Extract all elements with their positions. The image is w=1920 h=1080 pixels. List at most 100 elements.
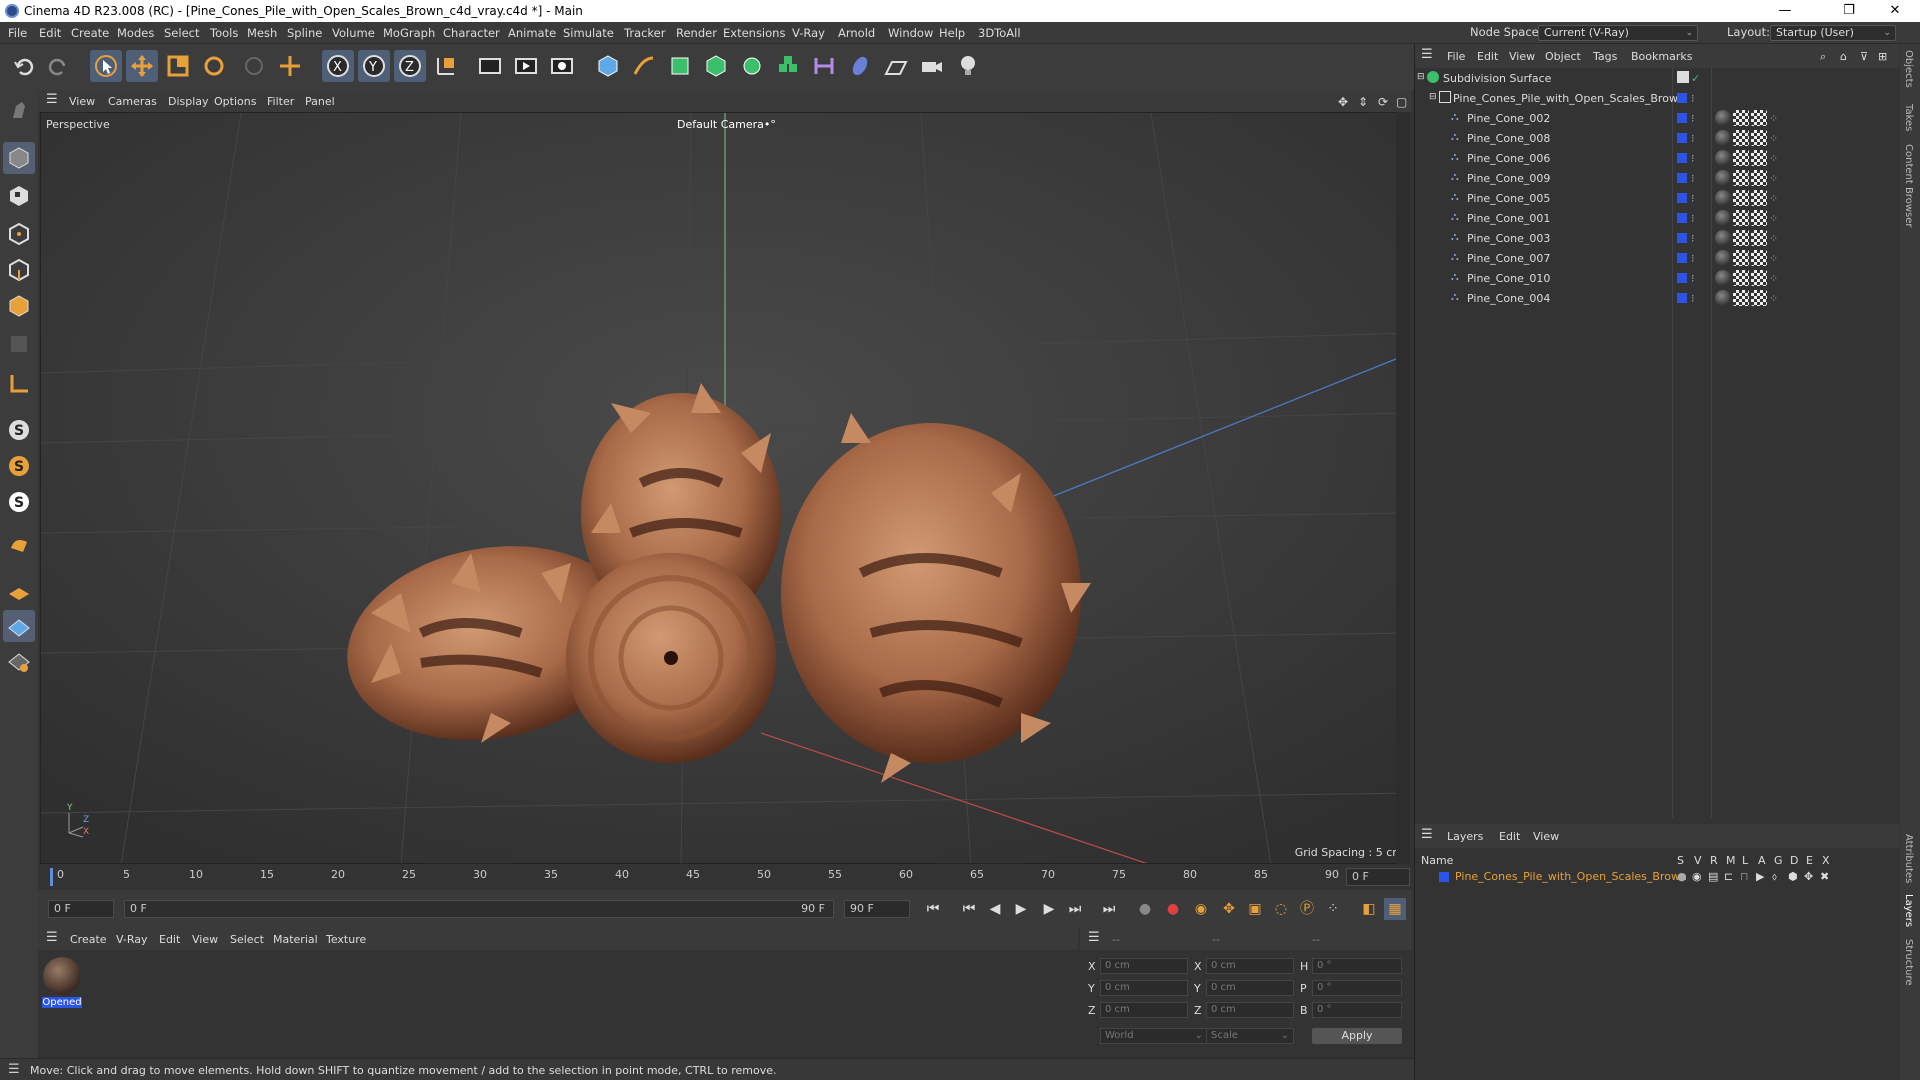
object-row[interactable]: ⛬ Pine_Cone_004 ⁝ ⁘ — [1415, 288, 1895, 308]
viewport-scrollbar[interactable] — [1396, 112, 1410, 864]
workplane-icon[interactable] — [3, 574, 35, 606]
uvw-tag-icon[interactable] — [1751, 250, 1767, 266]
field-icon[interactable] — [844, 50, 876, 82]
coord-system-icon[interactable] — [430, 50, 462, 82]
render-settings-icon[interactable] — [546, 50, 578, 82]
apply-button[interactable]: Apply — [1312, 1028, 1402, 1044]
uv-mode-icon[interactable] — [3, 328, 35, 360]
texture-tag-icon[interactable] — [1733, 110, 1749, 126]
cloner-icon[interactable] — [736, 50, 768, 82]
key-pla-icon[interactable]: ⁘ — [1322, 898, 1344, 920]
objects-menu-object[interactable]: Object — [1545, 50, 1581, 63]
menu-tools[interactable]: Tools — [210, 26, 238, 40]
material-tag-icon[interactable] — [1715, 110, 1731, 126]
tab-content-browser[interactable]: Content Browser — [1903, 144, 1914, 227]
object-row[interactable]: ⛬ Pine_Cone_007 ⁝ ⁘ — [1415, 248, 1895, 268]
lock-workplane-icon[interactable] — [3, 646, 35, 678]
tab-takes[interactable]: Takes — [1903, 104, 1914, 131]
key-scale-icon[interactable]: ▣ — [1244, 898, 1266, 920]
hamburger-icon[interactable]: ☰ — [46, 92, 58, 107]
phong-tag-icon[interactable]: ⁘ — [1769, 292, 1778, 305]
object-mode-icon[interactable] — [3, 142, 35, 174]
camera-label[interactable]: Default Camera•° — [677, 118, 776, 131]
extrude-icon[interactable] — [700, 50, 732, 82]
hamburger-icon[interactable]: ☰ — [1421, 47, 1433, 62]
redo-icon[interactable] — [42, 50, 74, 82]
uvw-tag-icon[interactable] — [1751, 230, 1767, 246]
uvw-tag-icon[interactable] — [1751, 110, 1767, 126]
material-tag-icon[interactable] — [1715, 170, 1731, 186]
viewport-menu-cameras[interactable]: Cameras — [108, 95, 157, 108]
tab-objects[interactable]: Objects — [1903, 50, 1914, 88]
objects-menu-view[interactable]: View — [1509, 50, 1535, 63]
move-icon[interactable] — [126, 50, 158, 82]
hamburger-icon[interactable]: ☰ — [1421, 827, 1433, 842]
undo-icon[interactable] — [8, 50, 40, 82]
prev-key-icon[interactable]: ⏮ — [958, 898, 980, 920]
eye-icon[interactable]: ◉ — [1692, 870, 1702, 883]
pos-y-field[interactable]: 0 cm — [1100, 980, 1188, 996]
scale-icon[interactable] — [162, 50, 194, 82]
object-row[interactable]: ⛬ Pine_Cone_005 ⁝ ⁘ — [1415, 188, 1895, 208]
menu-select[interactable]: Select — [164, 26, 199, 40]
phong-tag-icon[interactable]: ⁘ — [1769, 232, 1778, 245]
dots-icon[interactable]: ⁝ — [1691, 212, 1695, 225]
playhead[interactable] — [50, 868, 53, 886]
dots-icon[interactable]: ⁝ — [1691, 112, 1695, 125]
object-row-subdivision[interactable]: ⊟ Subdivision Surface ✓ — [1415, 68, 1895, 88]
search-icon[interactable]: ⌕ — [1820, 50, 1826, 64]
transform-icon[interactable] — [274, 50, 306, 82]
layer-color-swatch[interactable] — [1677, 293, 1687, 303]
material-menu-edit[interactable]: Edit — [159, 933, 180, 946]
snap-workplane-icon[interactable]: S — [3, 486, 35, 518]
menu-render[interactable]: Render — [676, 26, 717, 40]
menu-help[interactable]: Help — [939, 26, 965, 40]
layer-color-swatch[interactable] — [1677, 253, 1687, 263]
xref-icon[interactable]: ✖ — [1820, 870, 1829, 883]
tab-structure[interactable]: Structure — [1903, 939, 1914, 986]
layer-color-swatch[interactable] — [1677, 273, 1687, 283]
menu-spline[interactable]: Spline — [287, 26, 322, 40]
next-frame-icon[interactable]: ▶ — [1038, 898, 1060, 920]
dots-icon[interactable]: ⁝ — [1691, 232, 1695, 245]
floor-icon[interactable] — [880, 50, 912, 82]
phong-tag-icon[interactable]: ⁘ — [1769, 152, 1778, 165]
menu-edit[interactable]: Edit — [39, 26, 61, 40]
phong-tag-icon[interactable]: ⁘ — [1769, 212, 1778, 225]
object-row[interactable]: ⛬ Pine_Cone_006 ⁝ ⁘ — [1415, 148, 1895, 168]
layers-menu-layers[interactable]: Layers — [1447, 830, 1483, 843]
menu-mesh[interactable]: Mesh — [247, 26, 277, 40]
dots-icon[interactable]: ⁝ — [1691, 152, 1695, 165]
layer-color-swatch[interactable] — [1677, 93, 1687, 103]
light-icon[interactable] — [952, 50, 984, 82]
menu-character[interactable]: Character — [443, 26, 500, 40]
texture-tag-icon[interactable] — [1733, 170, 1749, 186]
menu-volume[interactable]: Volume — [332, 26, 375, 40]
texture-tag-icon[interactable] — [1733, 230, 1749, 246]
menu-3dtoall[interactable]: 3DToAll — [978, 26, 1021, 40]
material-menu-vray[interactable]: V-Ray — [116, 933, 148, 946]
deformer-icon[interactable] — [808, 50, 840, 82]
timeline-ruler[interactable]: 0 5 10 15 20 25 30 35 40 45 50 55 60 65 … — [38, 864, 1412, 890]
phong-tag-icon[interactable]: ⁘ — [1769, 192, 1778, 205]
object-row[interactable]: ⛬ Pine_Cone_009 ⁝ ⁘ — [1415, 168, 1895, 188]
start-frame-field[interactable]: 0 F — [48, 900, 114, 918]
select-arrow-icon[interactable] — [90, 50, 122, 82]
material-tag-icon[interactable] — [1715, 230, 1731, 246]
objects-menu-edit[interactable]: Edit — [1477, 50, 1498, 63]
viewport-menu-options[interactable]: Options — [214, 95, 256, 108]
snap-settings-icon[interactable]: S — [3, 450, 35, 482]
coord-system-dropdown[interactable]: World ⌄ — [1100, 1028, 1208, 1044]
edges-mode-icon[interactable] — [3, 254, 35, 286]
dots-icon[interactable]: ⁝ — [1691, 92, 1695, 105]
play-icon[interactable]: ▶ — [1010, 898, 1032, 920]
layers-menu-view[interactable]: View — [1533, 830, 1559, 843]
material-menu-material[interactable]: Material — [273, 933, 318, 946]
go-to-start-icon[interactable]: ⏮ — [922, 898, 944, 920]
key-rotation-icon[interactable]: ◌ — [1270, 898, 1292, 920]
deformer-icon[interactable]: ⬢ — [1788, 870, 1798, 883]
material-tag-icon[interactable] — [1715, 130, 1731, 146]
render-region-icon[interactable] — [474, 50, 506, 82]
layers-menu-edit[interactable]: Edit — [1499, 830, 1520, 843]
viewport-menu-display[interactable]: Display — [168, 95, 209, 108]
